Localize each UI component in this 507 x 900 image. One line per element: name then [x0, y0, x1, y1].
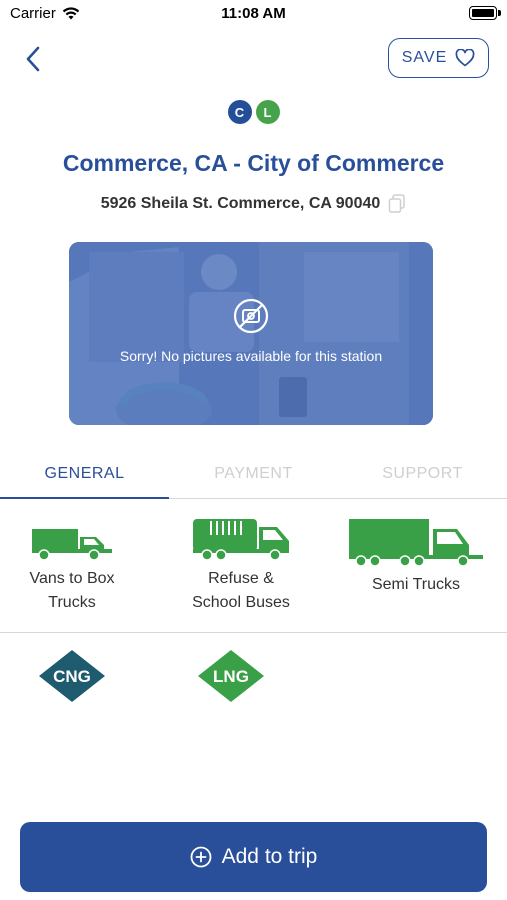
station-title: Commerce, CA - City of Commerce: [62, 150, 445, 176]
cng-diamond-icon: CNG: [39, 650, 105, 702]
semi-truck-icon: [349, 519, 483, 567]
tab-payment[interactable]: PAYMENT: [169, 455, 338, 498]
refuse-truck-icon: [193, 519, 289, 561]
fuel-type-cng: CNG: [37, 648, 107, 704]
tab-bar: GENERAL PAYMENT SUPPORT: [0, 455, 507, 499]
vehicle-box-truck: Vans to Box Trucks: [16, 525, 128, 615]
back-button[interactable]: [16, 40, 50, 78]
plus-circle-icon: [190, 846, 212, 868]
cng-badge: C: [227, 100, 252, 124]
status-bar: Carrier 11:08 AM: [0, 0, 507, 28]
address-text: 5926 Sheila St. Commerce, CA 90040: [100, 195, 381, 212]
battery-icon: [469, 6, 501, 20]
fuel-type-label: LNG: [213, 667, 249, 686]
fuel-types: CNG LNG: [0, 648, 507, 708]
save-label: SAVE: [401, 49, 448, 66]
add-to-trip-label: Add to trip: [221, 845, 318, 868]
fuel-type-lng: LNG: [196, 648, 266, 704]
box-truck-icon: [32, 529, 112, 561]
copy-icon[interactable]: [388, 194, 406, 214]
fuel-type-label: CNG: [53, 667, 91, 686]
heart-icon: [455, 49, 475, 67]
tab-support[interactable]: SUPPORT: [338, 455, 507, 498]
status-time: 11:08 AM: [221, 5, 286, 22]
save-button[interactable]: SAVE: [388, 38, 489, 78]
vehicle-label-line2: Trucks: [48, 594, 96, 611]
add-to-trip-button[interactable]: Add to trip: [20, 822, 487, 892]
vehicle-refuse-truck: Refuse & School Buses: [180, 517, 302, 615]
no-photo-message: Sorry! No pictures available for this st…: [119, 348, 383, 364]
tab-general[interactable]: GENERAL: [0, 455, 169, 499]
chevron-left-icon: [26, 46, 40, 72]
fuel-badges: C L: [0, 100, 507, 124]
vehicle-label-line1: Semi Trucks: [371, 576, 460, 593]
vehicle-label-line1: Vans to Box: [29, 570, 115, 587]
vehicle-types: Vans to Box Trucks Refuse & School Buses: [0, 505, 507, 633]
vehicle-label-line2: School Buses: [192, 594, 290, 611]
station-address: 5926 Sheila St. Commerce, CA 90040: [0, 194, 507, 214]
vehicle-label-line1: Refuse &: [208, 570, 274, 587]
lng-badge: L: [255, 100, 280, 124]
station-photo: Sorry! No pictures available for this st…: [69, 242, 433, 425]
no-photo-icon: [233, 298, 269, 334]
vehicle-semi-truck: Semi Trucks: [346, 517, 486, 597]
lng-diamond-icon: LNG: [198, 650, 264, 702]
